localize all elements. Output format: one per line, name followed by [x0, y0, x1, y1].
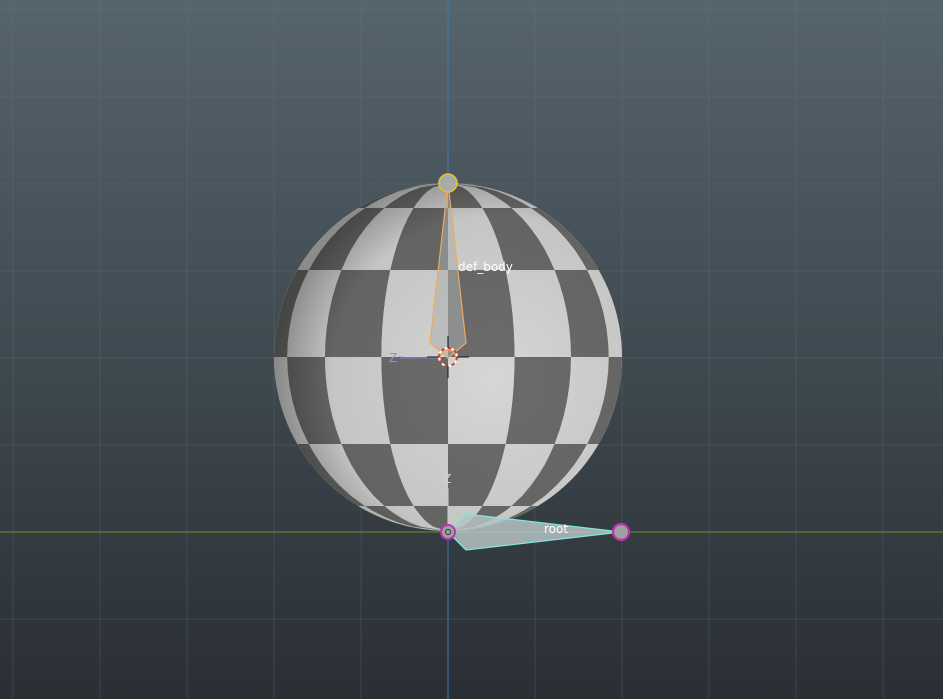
3d-viewport[interactable]: def_body Z⁻ Z root	[0, 0, 943, 699]
root-head-joint[interactable]	[440, 524, 456, 540]
bone-label-root: root	[544, 522, 568, 536]
bone-label-def-body: def_body	[458, 260, 513, 274]
bone-tail-joint[interactable]	[438, 173, 458, 193]
root-tail-joint[interactable]	[611, 522, 631, 542]
root-z-axis-label: Z	[443, 472, 451, 486]
viewport-scene[interactable]: def_body Z⁻ Z root	[0, 0, 943, 699]
neg-z-axis-label: Z⁻	[389, 351, 404, 365]
